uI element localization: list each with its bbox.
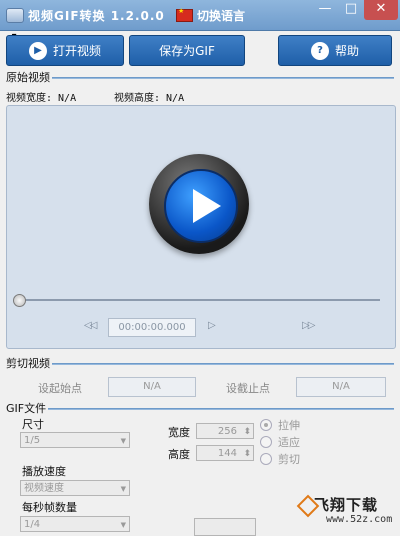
big-play-button[interactable]: [149, 154, 249, 254]
help-label: 帮助: [334, 44, 359, 58]
section-divider: [52, 77, 394, 79]
crop-radio[interactable]: [260, 453, 272, 465]
stretch-radio[interactable]: [260, 419, 272, 431]
crop-label: 剪切: [278, 453, 300, 466]
gif-file-title: GIF文件: [6, 402, 47, 415]
play-triangle: [193, 189, 221, 223]
fps-select[interactable]: 1/4: [20, 516, 130, 533]
question-icon: ?: [310, 41, 329, 60]
fit-label: 适应: [278, 436, 300, 449]
set-start-button[interactable]: 设起始点: [38, 380, 82, 396]
china-flag-icon[interactable]: [176, 7, 193, 22]
app-icon: [6, 8, 24, 23]
cut-video-title: 剪切视频: [6, 357, 50, 370]
height-spinner[interactable]: 144: [196, 445, 254, 462]
switch-language-button[interactable]: 切换语言: [197, 7, 245, 24]
close-button[interactable]: ✕: [364, 0, 398, 20]
title-bar: 视频GIF转换 1.2.0.0 切换语言 — □ ✕: [0, 0, 400, 31]
size-label: 尺寸: [22, 418, 44, 431]
play-circle-icon: ▶: [28, 41, 47, 60]
rewind-icon[interactable]: ◁◁: [84, 320, 97, 331]
video-height-info: 视频高度: N/A: [114, 93, 185, 104]
watermark-text: 飞翔下载: [314, 496, 379, 514]
watermark-url: www.52z.com: [326, 514, 393, 525]
source-video-title: 原始视频: [6, 71, 50, 84]
section-divider: [48, 408, 394, 410]
maximize-button[interactable]: □: [338, 0, 364, 20]
watermark: 飞翔下载 www.52z.com: [296, 494, 396, 534]
section-divider: [52, 363, 394, 365]
speed-select[interactable]: 视频速度: [20, 480, 130, 497]
start-point-field: N/A: [108, 377, 196, 397]
time-display: 00:00:00.000: [108, 318, 196, 337]
fps-label: 每秒帧数量: [22, 501, 77, 514]
size-select[interactable]: 1/5: [20, 432, 130, 449]
width-spinner[interactable]: 256: [196, 423, 254, 440]
help-button[interactable]: ? 帮助: [278, 35, 392, 66]
open-video-button[interactable]: ▶ 打开视频: [6, 35, 124, 66]
width-label: 宽度: [168, 426, 190, 439]
save-gif-label: 保存为GIF: [159, 44, 215, 58]
set-end-button[interactable]: 设截止点: [226, 380, 270, 396]
save-gif-button[interactable]: 保存为GIF: [129, 35, 245, 66]
play-small-icon[interactable]: ▷: [208, 320, 216, 331]
end-point-field: N/A: [296, 377, 386, 397]
partial-field[interactable]: [194, 518, 256, 536]
forward-icon[interactable]: ▷▷: [302, 320, 315, 331]
stretch-label: 拉伸: [278, 419, 300, 432]
video-width-info: 视频宽度: N/A: [6, 93, 77, 104]
minimize-button[interactable]: —: [312, 0, 338, 20]
seek-thumb[interactable]: [13, 294, 26, 307]
app-title: 视频GIF转换 1.2.0.0: [28, 9, 165, 23]
seek-bar[interactable]: [14, 299, 380, 301]
speed-label: 播放速度: [22, 465, 66, 478]
fit-radio[interactable]: [260, 436, 272, 448]
play-icon: [164, 169, 238, 243]
open-video-label: 打开视频: [52, 44, 101, 58]
height-label: 高度: [168, 448, 190, 461]
